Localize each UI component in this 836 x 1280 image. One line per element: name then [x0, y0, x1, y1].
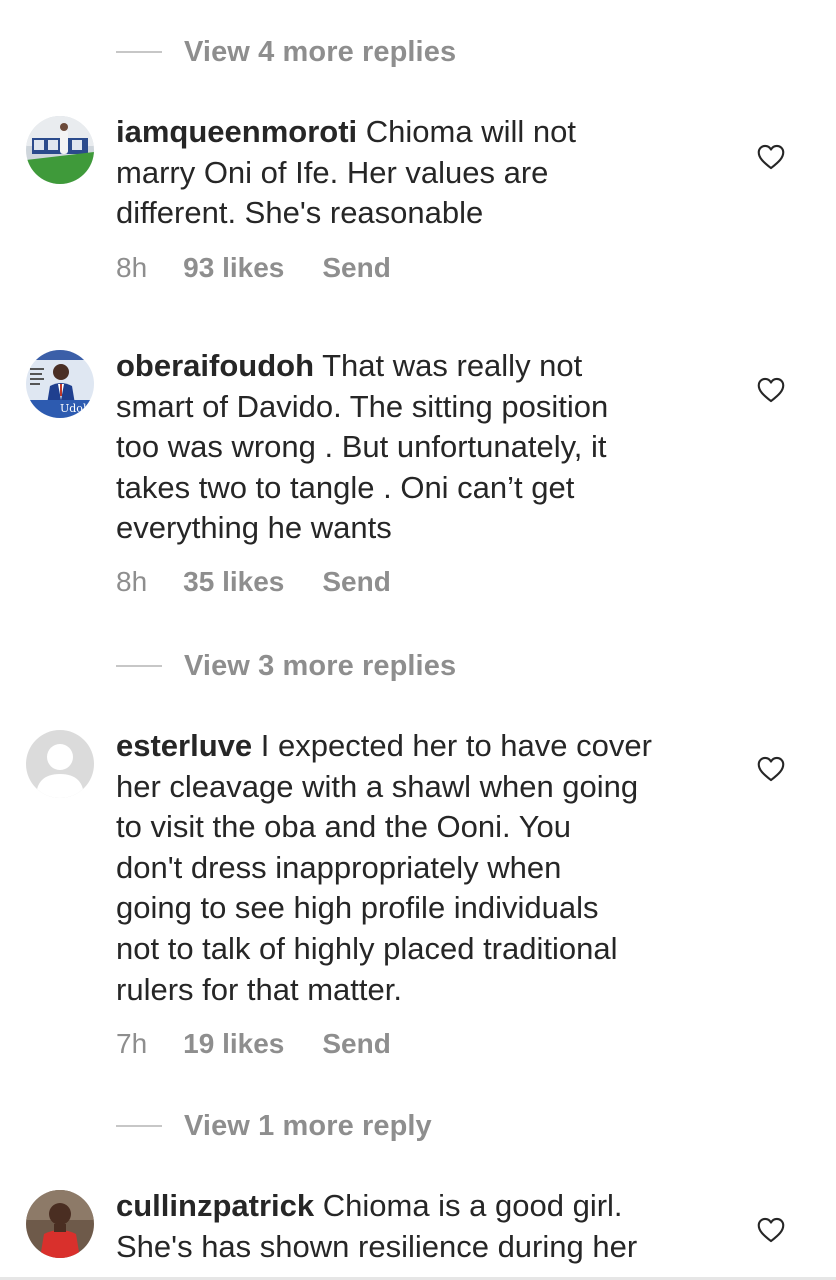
send-button[interactable]: Send [322, 1028, 390, 1060]
avatar[interactable]: Udoh [26, 350, 94, 418]
comment-username[interactable]: iamqueenmoroti [116, 114, 357, 149]
default-avatar-icon [26, 730, 94, 798]
view-more-replies-label: View 4 more replies [184, 35, 457, 68]
heart-icon[interactable] [757, 756, 785, 782]
heart-icon[interactable] [757, 1217, 785, 1243]
comment-text: iamqueenmoroti Chioma will not marry Oni… [116, 112, 716, 234]
comment-meta: 7h 19 likes Send [116, 1028, 391, 1060]
comment-username[interactable]: cullinzpatrick [116, 1188, 314, 1223]
comment-likes[interactable]: 93 likes [183, 252, 284, 284]
view-more-replies-label: View 3 more replies [184, 649, 457, 682]
avatar-photo [26, 116, 94, 184]
comment-meta: 8h 35 likes Send [116, 566, 391, 598]
comment-time: 8h [116, 566, 148, 597]
comment-username[interactable]: oberaifoudoh [116, 348, 314, 383]
replies-divider-line [116, 51, 162, 53]
comment-likes[interactable]: 35 likes [183, 566, 284, 598]
comment-username[interactable]: esterluve [116, 728, 252, 763]
send-button[interactable]: Send [322, 566, 390, 598]
avatar[interactable] [26, 116, 94, 184]
comment-text: esterluve I expected her to have cover h… [116, 726, 716, 1010]
avatar-caption: Udoh [60, 402, 90, 415]
replies-divider-line [116, 665, 162, 667]
avatar[interactable] [26, 730, 94, 798]
avatar[interactable] [26, 1190, 94, 1258]
view-more-replies-button[interactable]: View 4 more replies [116, 32, 456, 72]
comment-meta: 8h 93 likes Send [116, 252, 391, 284]
comment-body: I expected her to have cover her cleavag… [116, 728, 652, 1007]
view-more-replies-button[interactable]: View 1 more reply [116, 1106, 432, 1146]
replies-divider-line [116, 1125, 162, 1127]
comment-text: cullinzpatrick Chioma is a good girl. Sh… [116, 1186, 716, 1267]
heart-icon[interactable] [757, 377, 785, 403]
comment-likes[interactable]: 19 likes [183, 1028, 284, 1060]
avatar-photo [26, 1190, 94, 1258]
comment-text: oberaifoudoh That was really not smart o… [116, 346, 716, 549]
comment-time: 7h [116, 1028, 148, 1059]
heart-icon[interactable] [757, 144, 785, 170]
avatar-photo: Udoh [26, 350, 94, 418]
view-more-replies-label: View 1 more reply [184, 1109, 432, 1142]
comment-time: 8h [116, 252, 148, 283]
view-more-replies-button[interactable]: View 3 more replies [116, 646, 456, 686]
send-button[interactable]: Send [322, 252, 390, 284]
